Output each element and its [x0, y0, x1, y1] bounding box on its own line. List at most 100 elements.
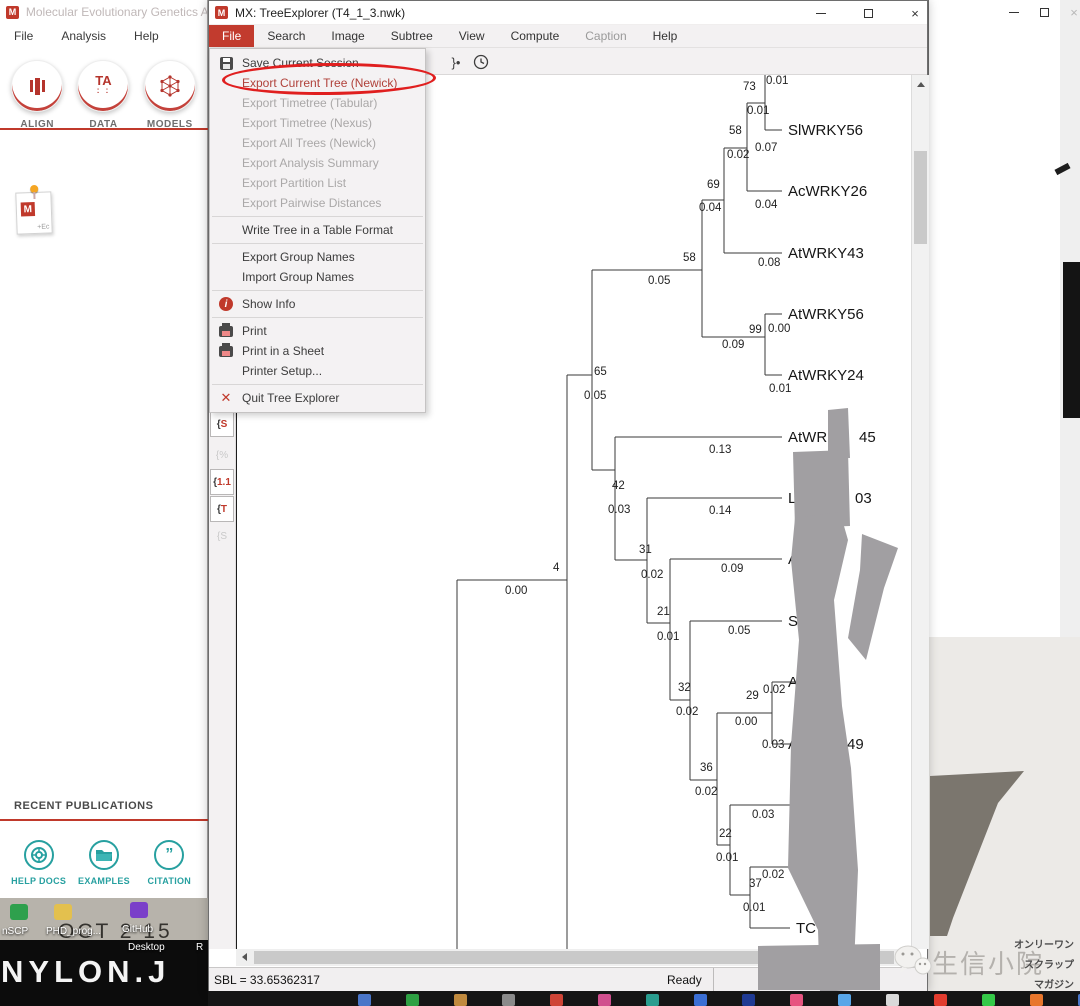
footer-button-help-docs[interactable]: HELP DOCS: [7, 840, 71, 886]
menu-file[interactable]: File: [209, 25, 255, 47]
taxon-label[interactable]: TC: [796, 920, 816, 937]
taxon-label[interactable]: AtWR: [788, 429, 827, 446]
mega-button-models[interactable]: MODELS: [139, 60, 201, 130]
taskbar-app-icon[interactable]: [838, 994, 851, 1006]
file-menu-item-printer-setup[interactable]: Printer Setup...: [210, 361, 425, 381]
branch-length: 0.14: [709, 505, 732, 517]
branch-length-tool-icon[interactable]: {1.1: [210, 469, 234, 495]
close-icon[interactable]: ×: [898, 1, 932, 25]
mega-window-title: Molecular Evolutionary Genetics A: [25, 5, 207, 19]
taxon-label[interactable]: 45: [859, 429, 876, 446]
file-menu-item-print-in-a-sheet[interactable]: Print in a Sheet: [210, 341, 425, 361]
topology-tool-icon[interactable]: {T: [210, 496, 234, 522]
bootstrap-value: 29: [746, 690, 759, 702]
taxon-label[interactable]: AcWRKY26: [788, 183, 867, 200]
footer-button-citation[interactable]: ” CITATION: [137, 840, 201, 886]
menu-compute[interactable]: Compute: [498, 25, 573, 47]
taskbar-app-icon[interactable]: [982, 994, 995, 1006]
footer-button-examples[interactable]: EXAMPLES: [72, 840, 136, 886]
taskbar-app-icon[interactable]: [406, 994, 419, 1006]
taxon-label[interactable]: AtWRKY43: [788, 245, 864, 262]
watermark-japanese-text: スクラップ: [1024, 960, 1074, 971]
timer-clock-icon[interactable]: [471, 52, 491, 72]
vertical-scrollbar[interactable]: [911, 75, 929, 949]
branch-length: 0.02: [727, 149, 749, 161]
taskbar-app-icon[interactable]: [502, 994, 515, 1006]
branch-length: 0.00: [768, 323, 790, 335]
menu-view[interactable]: View: [446, 25, 498, 47]
mega-menu-item-analysis[interactable]: Analysis: [47, 29, 120, 43]
mega-launch-buttons: ALIGN TA: : DATA MODELS: [0, 60, 207, 130]
ta-data-icon: TA: :: [77, 60, 130, 112]
taskbar-app-icon[interactable]: [358, 994, 371, 1006]
file-menu-item-print[interactable]: Print: [210, 321, 425, 341]
swap-subtree-tool-icon[interactable]: {S: [210, 411, 234, 437]
taskbar-app-icon[interactable]: [742, 994, 755, 1006]
branch-length: 0.00: [505, 585, 527, 597]
taxon-label[interactable]: SlWRKY56: [788, 122, 863, 139]
taskbar[interactable]: [208, 991, 1080, 1006]
background-window[interactable]: ×: [928, 0, 1080, 637]
horizontal-scroll-thumb[interactable]: [254, 951, 894, 964]
mega-menu-item-file[interactable]: File: [0, 29, 47, 43]
taxon-label[interactable]: AtWRKY24: [788, 367, 864, 384]
tree-explorer-app-icon: M: [215, 6, 228, 19]
taskbar-app-icon[interactable]: [886, 994, 899, 1006]
taxon-label[interactable]: SlW: [788, 613, 816, 630]
winscp-icon[interactable]: [10, 904, 28, 920]
branch-length: 0.01: [747, 105, 769, 117]
taskbar-app-icon[interactable]: [934, 994, 947, 1006]
menu-help[interactable]: Help: [640, 25, 691, 47]
menu-caption[interactable]: Caption: [572, 25, 639, 47]
folder-icon[interactable]: [54, 904, 72, 920]
taxon-label[interactable]: A: [788, 736, 798, 753]
taxon-label[interactable]: Ac: [788, 674, 806, 691]
menu-image[interactable]: Image: [318, 25, 377, 47]
taskbar-app-icon[interactable]: [550, 994, 563, 1006]
taxon-label[interactable]: AtWRKY56: [788, 306, 864, 323]
file-menu-item-save-current-session[interactable]: Save Current Session: [210, 53, 425, 73]
mega-session-note-icon[interactable]: M +Ec: [15, 184, 53, 235]
github-desktop-icon[interactable]: [130, 902, 148, 918]
minimize-icon[interactable]: [997, 0, 1031, 24]
mega-menu-item-help[interactable]: Help: [120, 29, 173, 43]
vertical-scroll-thumb[interactable]: [914, 151, 927, 244]
bootstrap-value: 58: [729, 125, 742, 137]
branch-length: 0.02: [641, 569, 663, 581]
percent-tool-icon: {%: [215, 449, 229, 461]
file-menu-item-import-group-names[interactable]: Import Group Names: [210, 267, 425, 287]
file-menu-item-show-info[interactable]: i Show Info: [210, 294, 425, 314]
node-options-icon[interactable]: }•: [446, 52, 466, 72]
close-icon[interactable]: ×: [1057, 0, 1080, 24]
scroll-up-icon[interactable]: [917, 82, 925, 87]
branch-length: 0.01: [743, 902, 765, 914]
taxon-label[interactable]: A: [788, 551, 798, 568]
minimize-icon[interactable]: [804, 1, 838, 25]
menu-item-label: Print in a Sheet: [242, 344, 325, 358]
taskbar-app-icon[interactable]: [790, 994, 803, 1006]
horizontal-scrollbar[interactable]: [236, 949, 911, 966]
taxon-label[interactable]: 03: [855, 490, 872, 507]
scroll-left-icon[interactable]: [242, 953, 247, 961]
menu-subtree[interactable]: Subtree: [378, 25, 446, 47]
maximize-icon[interactable]: [851, 1, 885, 25]
taxon-label[interactable]: 49: [847, 736, 864, 753]
taskbar-app-icon[interactable]: [694, 994, 707, 1006]
mega-button-data[interactable]: TA: : DATA: [72, 60, 134, 130]
file-menu-item-export-group-names[interactable]: Export Group Names: [210, 247, 425, 267]
branch-length: 0.01: [657, 631, 679, 643]
file-menu-item-export-timetree-tabular: Export Timetree (Tabular): [210, 93, 425, 113]
taskbar-app-icon[interactable]: [598, 994, 611, 1006]
taxon-label[interactable]: 5: [866, 551, 874, 568]
maximize-icon[interactable]: [1027, 0, 1061, 24]
mega-button-align[interactable]: ALIGN: [6, 60, 68, 130]
taxon-label[interactable]: L: [788, 490, 796, 507]
file-menu-item-write-tree-in-a-table-format[interactable]: Write Tree in a Table Format: [210, 220, 425, 240]
taskbar-app-icon[interactable]: [646, 994, 659, 1006]
menu-search[interactable]: Search: [254, 25, 318, 47]
branch-length: 0.05: [584, 390, 606, 402]
file-menu-item-quit-tree-explorer[interactable]: ✕ Quit Tree Explorer: [210, 388, 425, 408]
file-menu-item-export-current-tree-newick[interactable]: Export Current Tree (Newick): [210, 73, 425, 93]
taskbar-app-icon[interactable]: [1030, 994, 1043, 1006]
taskbar-app-icon[interactable]: [454, 994, 467, 1006]
